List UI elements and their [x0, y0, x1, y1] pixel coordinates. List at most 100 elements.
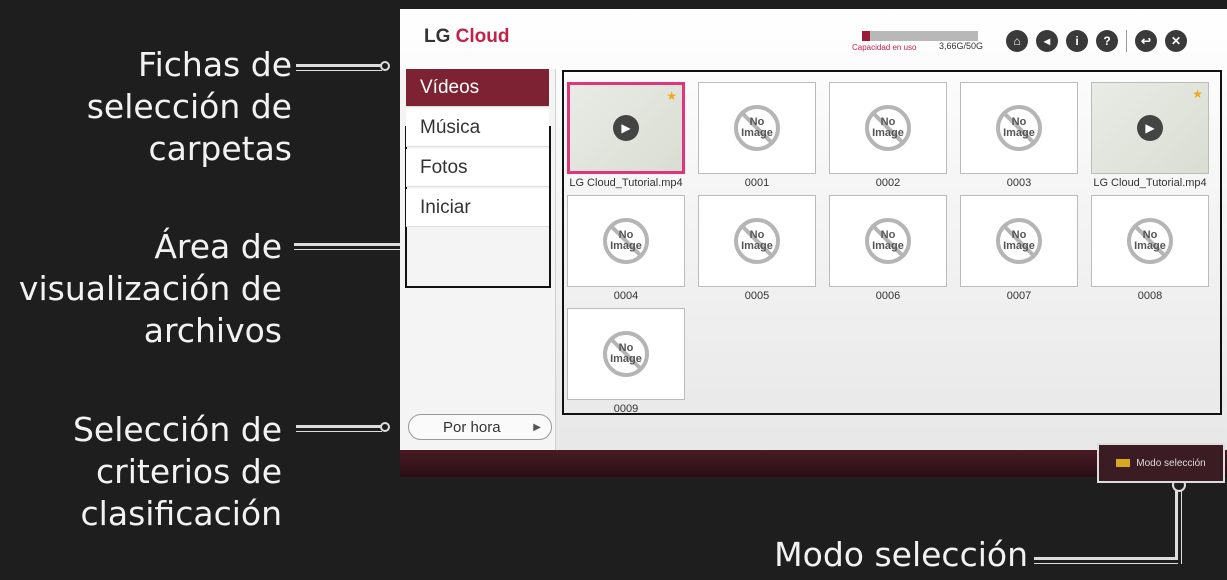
- play-arrow-icon: ▶: [533, 421, 541, 433]
- connector-end: [380, 61, 390, 71]
- callout-file-area: Área de visualización de archivos: [0, 226, 282, 352]
- star-icon: ★: [1192, 87, 1203, 101]
- file-name: 0004: [613, 290, 639, 302]
- back-icon[interactable]: ◂: [1036, 30, 1058, 52]
- tab-photos[interactable]: Fotos: [406, 149, 549, 187]
- file-thumbnail[interactable]: No Image 0006: [829, 195, 947, 325]
- connector-line: [1175, 486, 1178, 560]
- connector-line: [1034, 557, 1178, 560]
- callout-sort-criteria: Selección de criterios de clasificación: [40, 409, 282, 535]
- file-name: 0005: [744, 290, 770, 302]
- home-icon[interactable]: ⌂: [1006, 30, 1028, 52]
- file-name: 0003: [1006, 177, 1032, 189]
- tab-music[interactable]: Música: [406, 109, 549, 147]
- capacity-fill: [862, 31, 871, 41]
- callout-line: Modo selección: [774, 535, 1028, 574]
- thumbnail-image: No Image: [829, 82, 947, 174]
- file-thumbnail[interactable]: No Image 0005: [698, 195, 816, 325]
- capacity-label: Capacidad en uso: [852, 43, 917, 52]
- return-icon[interactable]: ↩: [1135, 30, 1157, 52]
- no-image-text: No Image: [610, 229, 642, 252]
- no-image-icon: No Image: [996, 218, 1042, 264]
- file-display-area: ▶ ★ LG Cloud_Tutorial.mp4 No Image 0001 No Im…: [562, 70, 1222, 415]
- play-icon: ▶: [613, 115, 639, 141]
- no-image-icon: No Image: [734, 218, 780, 264]
- file-name: 0007: [1006, 290, 1032, 302]
- file-name: 0008: [1137, 290, 1163, 302]
- callout-line: Selección de: [72, 410, 282, 449]
- no-image-text: No Image: [1003, 116, 1035, 139]
- callout-folder-tabs: Fichas de selección de carpetas: [40, 44, 292, 170]
- thumbnail-image: No Image: [698, 195, 816, 287]
- callout-line: clasificación: [80, 494, 282, 533]
- callout-line: selección de: [86, 87, 292, 126]
- select-mode-label: Modo selección: [1136, 457, 1206, 469]
- select-mode-icon: [1116, 459, 1131, 467]
- callout-line: carpetas: [148, 129, 292, 168]
- no-image-text: No Image: [872, 116, 904, 139]
- tab-start[interactable]: Iniciar: [406, 189, 549, 227]
- no-image-icon: No Image: [734, 105, 780, 151]
- thumbnail-image: No Image: [1091, 195, 1209, 287]
- file-thumbnail[interactable]: No Image 0003: [960, 82, 1078, 212]
- tab-label: Vídeos: [420, 76, 480, 98]
- file-thumbnail[interactable]: No Image 0007: [960, 195, 1078, 325]
- tab-videos[interactable]: Vídeos: [406, 69, 549, 107]
- help-icon[interactable]: ?: [1096, 30, 1118, 52]
- sort-button[interactable]: Por hora ▶: [408, 414, 552, 440]
- thumbnail-image: No Image: [960, 195, 1078, 287]
- file-thumbnail[interactable]: ▶ ★ LG Cloud_Tutorial.mp4: [1091, 82, 1209, 212]
- tab-label: Fotos: [420, 156, 468, 178]
- thumbnail-image: No Image: [829, 195, 947, 287]
- tab-label: Música: [420, 116, 481, 138]
- file-thumbnail[interactable]: No Image 0008: [1091, 195, 1209, 325]
- file-name: LG Cloud_Tutorial.mp4: [569, 177, 683, 189]
- connector-line: [1034, 563, 1178, 564]
- sidebar: Vídeos Música Fotos Iniciar: [400, 69, 556, 450]
- no-image-text: No Image: [1003, 229, 1035, 252]
- logo-cloud-text: Cloud: [455, 26, 510, 47]
- connector-line: [296, 431, 382, 432]
- no-image-icon: No Image: [865, 105, 911, 151]
- top-toolbar: ⌂ ◂ i ? ↩ ✕: [1006, 30, 1187, 52]
- no-image-icon: No Image: [603, 331, 649, 377]
- no-image-text: No Image: [741, 229, 773, 252]
- no-image-icon: No Image: [603, 218, 649, 264]
- no-image-text: No Image: [610, 342, 642, 365]
- capacity-bar: [862, 31, 978, 41]
- file-thumbnail[interactable]: No Image 0002: [829, 82, 947, 212]
- play-icon: ▶: [1137, 115, 1163, 141]
- thumbnail-image: No Image: [567, 308, 685, 400]
- connector-line: [296, 64, 382, 67]
- logo-lg-text: LG: [424, 26, 451, 47]
- file-name: 0002: [875, 177, 901, 189]
- callout-line: archivos: [143, 311, 282, 350]
- file-thumbnail[interactable]: No Image 0004: [567, 195, 685, 325]
- file-thumbnail[interactable]: No Image 0009: [567, 308, 685, 413]
- no-image-text: No Image: [872, 229, 904, 252]
- close-icon[interactable]: ✕: [1165, 30, 1187, 52]
- connector-line: [1181, 486, 1182, 564]
- callout-line: Fichas de: [138, 45, 292, 84]
- connector-end: [380, 422, 390, 432]
- sort-label: Por hora: [443, 418, 501, 436]
- select-mode-button[interactable]: Modo selección: [1097, 443, 1225, 483]
- callout-line: visualización de: [18, 269, 282, 308]
- file-name: 0001: [744, 177, 770, 189]
- connector-line: [296, 70, 382, 71]
- info-icon[interactable]: i: [1066, 30, 1088, 52]
- toolbar-divider: [1126, 30, 1127, 52]
- thumbnail-image: ▶ ★: [567, 82, 685, 174]
- file-thumbnail[interactable]: No Image 0001: [698, 82, 816, 212]
- file-thumbnail[interactable]: ▶ ★ LG Cloud_Tutorial.mp4: [567, 82, 685, 212]
- no-image-text: No Image: [741, 116, 773, 139]
- thumbnail-image: ▶ ★: [1091, 82, 1209, 174]
- no-image-icon: No Image: [996, 105, 1042, 151]
- thumbnail-image: No Image: [567, 195, 685, 287]
- tab-label: Iniciar: [420, 196, 471, 218]
- capacity-value: 3,66G/50G: [939, 41, 984, 51]
- connector-line: [296, 425, 382, 428]
- no-image-text: No Image: [1134, 229, 1166, 252]
- app-logo: LG Cloud: [424, 26, 510, 48]
- thumbnail-image: No Image: [698, 82, 816, 174]
